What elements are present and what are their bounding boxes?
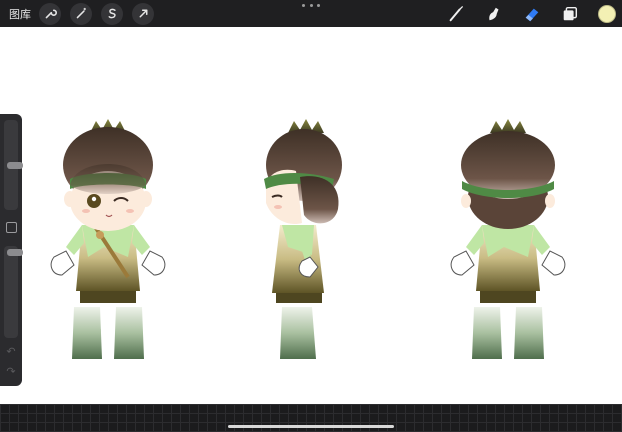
opacity-thumb[interactable] xyxy=(7,249,23,256)
brush-icon xyxy=(449,5,463,21)
character-side-view xyxy=(264,119,342,359)
character-back-view xyxy=(450,119,566,359)
color-picker-swatch[interactable] xyxy=(598,4,616,23)
brush-button[interactable] xyxy=(446,4,466,24)
character-front-view xyxy=(50,119,166,359)
undo-button[interactable]: ↶ xyxy=(5,346,17,358)
opacity-slider[interactable] xyxy=(4,246,23,338)
more-options-handle[interactable] xyxy=(302,4,320,10)
layers-icon xyxy=(563,6,578,20)
right-toolbar xyxy=(446,0,622,27)
redo-icon: ↷ xyxy=(6,365,16,378)
dot xyxy=(317,4,320,7)
transform-button[interactable] xyxy=(132,2,154,25)
top-toolbar: 图库 xyxy=(0,0,622,27)
selection-s-icon xyxy=(108,8,116,19)
smudge-icon xyxy=(489,7,499,20)
home-indicator[interactable] xyxy=(228,425,394,428)
drawing-canvas[interactable] xyxy=(0,27,622,404)
layers-button[interactable] xyxy=(560,4,580,24)
brush-sidebar: ↶ ↷ xyxy=(0,114,23,386)
arrow-cursor-icon xyxy=(139,9,147,18)
redo-button[interactable]: ↷ xyxy=(5,366,17,378)
actions-button[interactable] xyxy=(39,2,61,25)
dot xyxy=(309,4,313,7)
undo-icon: ↶ xyxy=(6,345,16,358)
smudge-button[interactable] xyxy=(484,4,504,24)
brush-size-thumb[interactable] xyxy=(7,162,23,169)
wrench-icon xyxy=(45,9,57,19)
magic-wand-icon xyxy=(76,7,86,19)
gallery-button[interactable]: 图库 xyxy=(9,6,31,22)
selection-button[interactable] xyxy=(101,2,123,25)
eraser-icon xyxy=(525,8,539,21)
brush-size-slider[interactable] xyxy=(4,120,23,210)
eraser-button[interactable] xyxy=(522,4,542,24)
adjustments-button[interactable] xyxy=(70,2,92,25)
modify-button[interactable] xyxy=(6,222,17,233)
dot xyxy=(302,4,305,7)
